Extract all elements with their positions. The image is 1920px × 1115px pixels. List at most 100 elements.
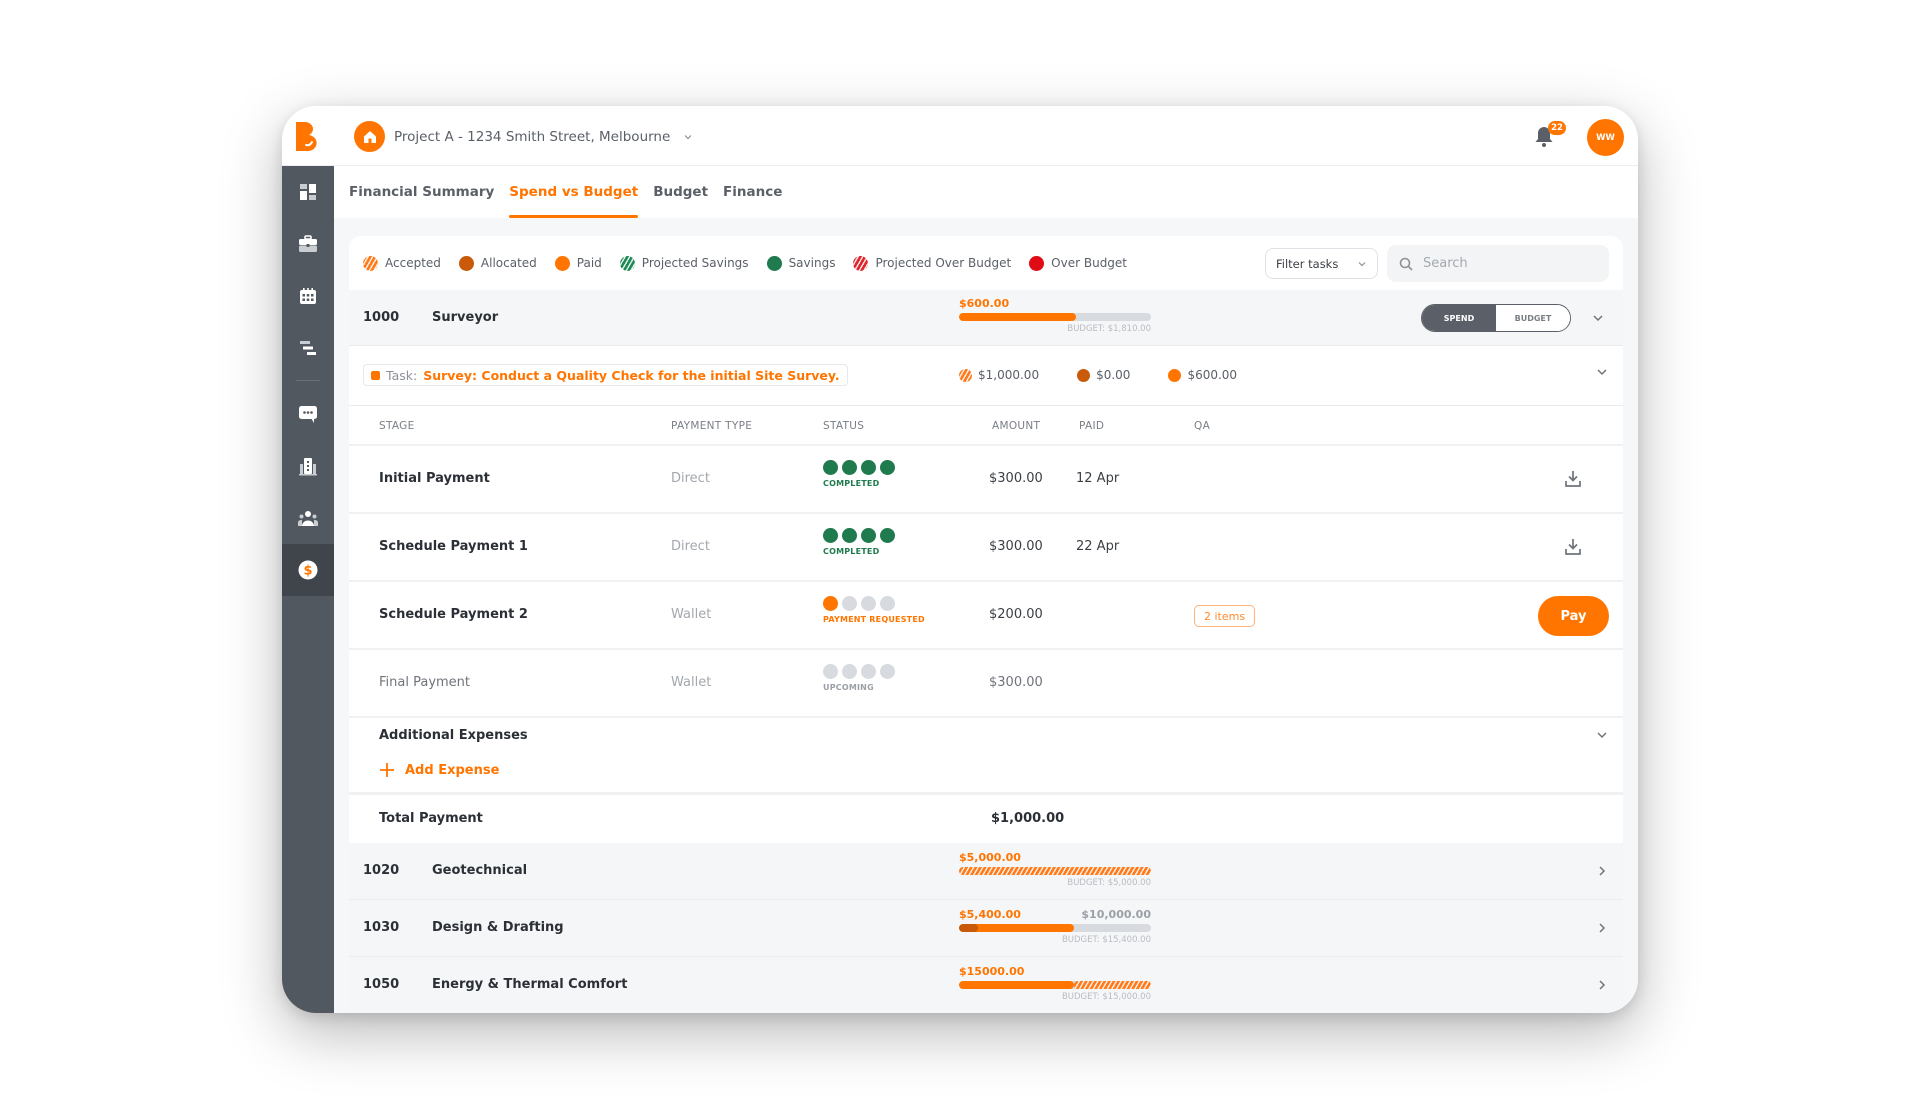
legend-label: Over Budget xyxy=(1051,256,1128,270)
chevron-right-icon[interactable] xyxy=(1595,864,1609,878)
step-dot xyxy=(823,596,838,611)
table-header: STAGE PAYMENT TYPE STATUS AMOUNT PAID QA xyxy=(349,406,1623,446)
sidebar-divider xyxy=(296,380,320,381)
paid-swatch-icon xyxy=(554,255,570,271)
download-icon[interactable] xyxy=(1563,469,1583,489)
projected-over-budget-swatch-icon xyxy=(853,255,869,271)
task-pill[interactable]: Task: Survey: Conduct a Quality Check fo… xyxy=(363,364,848,386)
toggle-spend[interactable]: SPEND xyxy=(1422,305,1496,331)
chevron-down-icon[interactable] xyxy=(1591,311,1605,325)
sidebar-item-buildings[interactable] xyxy=(282,440,334,492)
task-allocated: $0.00 xyxy=(1077,368,1130,382)
paid-swatch-icon xyxy=(1168,368,1182,382)
task-prefix: Task: xyxy=(386,367,418,383)
step-dot xyxy=(880,460,895,475)
step-dot xyxy=(823,460,838,475)
project-name: Project A - 1234 Smith Street, Melbourne xyxy=(394,128,671,145)
group-code: 1020 xyxy=(363,863,400,878)
budget-group-1020[interactable]: 1020 Geotechnical $5,000.00 BUDGET: $5,0… xyxy=(349,843,1623,900)
paid-bar-fill xyxy=(959,313,1077,321)
spend-budget-toggle: SPEND BUDGET xyxy=(1421,304,1571,332)
tab-financial-summary[interactable]: Financial Summary xyxy=(349,166,494,218)
sidebar-item-schedule[interactable] xyxy=(282,322,334,374)
allocated-bar-fill xyxy=(959,924,979,932)
amount: $300.00 xyxy=(989,471,1043,486)
top-header: Project A - 1234 Smith Street, Melbourne… xyxy=(282,106,1638,166)
legend-over-budget: Over Budget xyxy=(1029,255,1128,271)
table-row: Initial Payment Direct COMPLETED $300.00… xyxy=(349,446,1623,514)
paid-date: 22 Apr xyxy=(1076,539,1120,554)
header-paid: PAID xyxy=(1079,420,1105,432)
add-expense-button[interactable]: Add Expense xyxy=(379,762,499,778)
plus-icon xyxy=(380,763,394,777)
accepted-swatch-icon xyxy=(959,368,972,382)
chat-icon xyxy=(299,405,317,423)
spend-bar: $15000.00 BUDGET: $15,000.00 xyxy=(959,965,1151,1002)
sidebar-item-calendar[interactable] xyxy=(282,270,334,322)
download-icon[interactable] xyxy=(1563,537,1583,557)
status-label: UPCOMING xyxy=(823,683,874,692)
budget-group-1050[interactable]: 1050 Energy & Thermal Comfort $15000.00 … xyxy=(349,957,1623,1013)
tab-spend-vs-budget[interactable]: Spend vs Budget xyxy=(509,166,638,218)
tab-budget[interactable]: Budget xyxy=(653,166,708,218)
sidebar-item-dashboard[interactable] xyxy=(282,166,334,218)
bar-track xyxy=(959,313,1151,321)
total-payment-row: Total Payment $1,000.00 xyxy=(349,795,1623,843)
group-code: 1030 xyxy=(363,920,400,935)
step-dot xyxy=(842,596,857,611)
bar-track xyxy=(959,924,1151,932)
app-logo[interactable] xyxy=(294,120,322,152)
secondary-amount: $10,000.00 xyxy=(1081,908,1151,921)
bar-track xyxy=(959,981,1151,989)
allocated-swatch-icon xyxy=(458,255,474,271)
pay-button[interactable]: Pay xyxy=(1538,596,1609,636)
tab-bar: Financial Summary Spend vs Budget Budget… xyxy=(334,166,1638,218)
chevron-down-icon xyxy=(1358,261,1366,266)
toggle-budget[interactable]: BUDGET xyxy=(1496,305,1570,331)
header-status: STATUS xyxy=(823,420,865,432)
total-amount: $1,000.00 xyxy=(991,811,1065,826)
sidebar-item-finance[interactable]: $ xyxy=(282,544,334,596)
sidebar-item-team[interactable] xyxy=(282,492,334,544)
add-expense-label: Add Expense xyxy=(405,762,500,778)
tab-finance[interactable]: Finance xyxy=(723,166,782,218)
allocated-amount: $0.00 xyxy=(1096,368,1131,382)
step-dot xyxy=(880,664,895,679)
step-dot xyxy=(842,664,857,679)
legend-label: Projected Over Budget xyxy=(875,256,1012,270)
stage-name: Schedule Payment 2 xyxy=(379,607,528,622)
budget-group-1000[interactable]: 1000 Surveyor $600.00 BUDGET: $1,810.00 … xyxy=(349,290,1623,346)
filter-tasks-dropdown[interactable]: Filter tasks xyxy=(1265,248,1378,279)
stage-name: Final Payment xyxy=(379,675,471,690)
budget-group-1030[interactable]: 1030 Design & Drafting $5,400.00 $10,000.… xyxy=(349,900,1623,957)
chevron-down-icon[interactable] xyxy=(1595,365,1609,379)
table-row: Schedule Payment 1 Direct COMPLETED $300… xyxy=(349,514,1623,582)
task-paid: $600.00 xyxy=(1168,368,1237,382)
project-selector[interactable]: Project A - 1234 Smith Street, Melbourne xyxy=(354,121,693,152)
gantt-icon xyxy=(300,341,316,355)
paid-date: 12 Apr xyxy=(1076,471,1120,486)
sidebar-item-messages[interactable] xyxy=(282,388,334,440)
qa-items-badge[interactable]: 2 items xyxy=(1194,605,1256,627)
header-qa: QA xyxy=(1194,420,1211,432)
notification-badge: 22 xyxy=(1548,121,1566,135)
chevron-right-icon[interactable] xyxy=(1595,978,1609,992)
main-content: Financial Summary Spend vs Budget Budget… xyxy=(334,166,1638,1013)
sidebar-item-jobs[interactable] xyxy=(282,218,334,270)
amount: $300.00 xyxy=(989,675,1043,690)
chevron-down-icon[interactable] xyxy=(1595,728,1609,742)
team-icon xyxy=(298,510,318,526)
step-dot xyxy=(861,596,876,611)
spent-amount: $5,400.00 xyxy=(959,908,1021,921)
spend-bar: $5,000.00 BUDGET: $5,000.00 xyxy=(959,851,1151,888)
group-code: 1050 xyxy=(363,977,400,992)
search-input[interactable] xyxy=(1423,256,1593,271)
legend-allocated: Allocated xyxy=(458,255,537,271)
stage-name: Schedule Payment 1 xyxy=(379,539,528,554)
avatar[interactable]: WW xyxy=(1587,119,1624,156)
chevron-right-icon[interactable] xyxy=(1595,921,1609,935)
step-dot xyxy=(861,528,876,543)
projected-savings-swatch-icon xyxy=(619,255,635,271)
additional-expenses-title: Additional Expenses xyxy=(379,728,528,743)
step-dot xyxy=(842,528,857,543)
